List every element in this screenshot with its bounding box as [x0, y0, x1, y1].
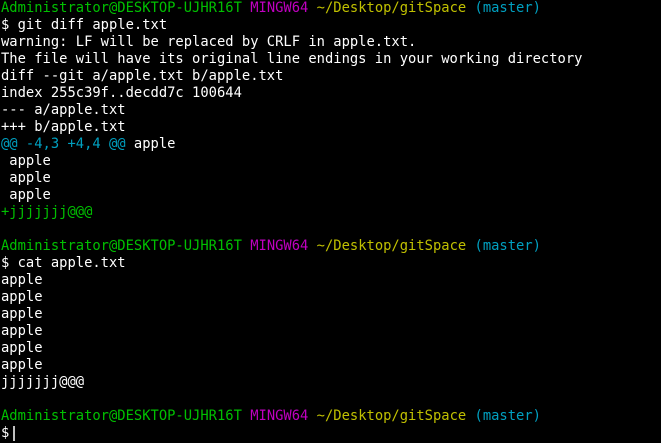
text-segment-default-text: [308, 238, 316, 254]
prompt-line: Administrator@DESKTOP-UJHR16T MINGW64 ~/…: [1, 0, 541, 17]
prompt-line: Administrator@DESKTOP-UJHR16T MINGW64 ~/…: [1, 408, 541, 425]
text-segment-path: ~/Desktop/gitSpace: [316, 408, 467, 424]
output-line: jjjjjjj@@@: [1, 374, 84, 391]
text-segment-bright-text: +++ b/apple.txt: [1, 119, 126, 135]
output-line: diff --git a/apple.txt b/apple.txt: [1, 68, 283, 85]
text-segment-shell: MINGW64: [250, 238, 309, 254]
output-line: apple: [1, 357, 43, 374]
output-line: +jjjjjjj@@@: [1, 204, 92, 221]
output-line: apple: [1, 323, 43, 340]
text-segment-bright-text: apple: [1, 323, 43, 339]
output-line: apple: [1, 289, 43, 306]
command-line: $ cat apple.txt: [1, 255, 126, 272]
text-segment-bright-text: index 255c39f..decdd7c 100644: [1, 85, 242, 101]
text-segment-bright-text: jjjjjjj@@@: [1, 374, 85, 390]
text-segment-default-text: [466, 0, 474, 16]
text-segment-default-text: [242, 238, 250, 254]
text-segment-shell: MINGW64: [250, 0, 309, 16]
text-segment-default-text: [308, 0, 316, 16]
text-segment-bright-text: apple: [1, 306, 43, 322]
output-line: apple: [1, 187, 51, 204]
text-segment-user-host: Administrator@DESKTOP-UJHR16T: [1, 238, 242, 254]
text-segment-path: ~/Desktop/gitSpace: [316, 0, 467, 16]
prompt-line: Administrator@DESKTOP-UJHR16T MINGW64 ~/…: [1, 238, 541, 255]
text-segment-user-host: Administrator@DESKTOP-UJHR16T: [1, 408, 242, 424]
text-segment-default-text: [466, 408, 474, 424]
output-line: apple: [1, 170, 51, 187]
output-line: index 255c39f..decdd7c 100644: [1, 85, 242, 102]
text-segment-bright-text: apple: [1, 340, 43, 356]
output-line: @@ -4,3 +4,4 @@ apple: [1, 136, 175, 153]
text-segment-default-text: [242, 408, 250, 424]
text-segment-branch: (master): [474, 408, 541, 424]
text-segment-bright-text: warning: LF will be replaced by CRLF in …: [1, 34, 417, 50]
command-line: $ git diff apple.txt: [1, 17, 167, 34]
text-segment-bright-text: apple: [1, 153, 51, 169]
text-segment-bright-text: $ cat apple.txt: [1, 255, 126, 271]
text-segment-bright-text: The file will have its original line end…: [1, 51, 583, 67]
text-segment-user-host: Administrator@DESKTOP-UJHR16T: [1, 0, 242, 16]
text-segment-branch: (master): [474, 0, 541, 16]
text-segment-bright-text: apple: [1, 187, 51, 203]
text-segment-added-line: +jjjjjjj@@@: [1, 204, 93, 220]
output-line: apple: [1, 340, 43, 357]
text-segment-shell: MINGW64: [250, 408, 309, 424]
text-cursor: [13, 426, 15, 441]
text-segment-bright-text: apple: [1, 357, 43, 373]
output-line: The file will have its original line end…: [1, 51, 582, 68]
text-segment-default-text: [242, 0, 250, 16]
output-line: apple: [1, 272, 43, 289]
command-line: $: [1, 425, 9, 442]
terminal-window[interactable]: Administrator@DESKTOP-UJHR16T MINGW64 ~/…: [0, 0, 661, 443]
text-segment-bright-text: apple: [125, 136, 176, 152]
text-segment-default-text: [466, 238, 474, 254]
text-segment-default-text: [308, 408, 316, 424]
output-line: apple: [1, 306, 43, 323]
text-segment-path: ~/Desktop/gitSpace: [316, 238, 467, 254]
text-segment-bright-text: apple: [1, 289, 43, 305]
text-segment-bright-text: apple: [1, 170, 51, 186]
text-segment-bright-text: $: [1, 425, 10, 441]
text-segment-bright-text: $ git diff apple.txt: [1, 17, 168, 33]
output-line: --- a/apple.txt: [1, 102, 126, 119]
text-segment-hunk-header: @@ -4,3 +4,4 @@: [1, 136, 126, 152]
text-segment-branch: (master): [474, 238, 541, 254]
text-segment-bright-text: --- a/apple.txt: [1, 102, 126, 118]
output-line: +++ b/apple.txt: [1, 119, 126, 136]
text-segment-bright-text: apple: [1, 272, 43, 288]
output-line: warning: LF will be replaced by CRLF in …: [1, 34, 416, 51]
output-line: apple: [1, 153, 51, 170]
text-segment-bright-text: diff --git a/apple.txt b/apple.txt: [1, 68, 284, 84]
